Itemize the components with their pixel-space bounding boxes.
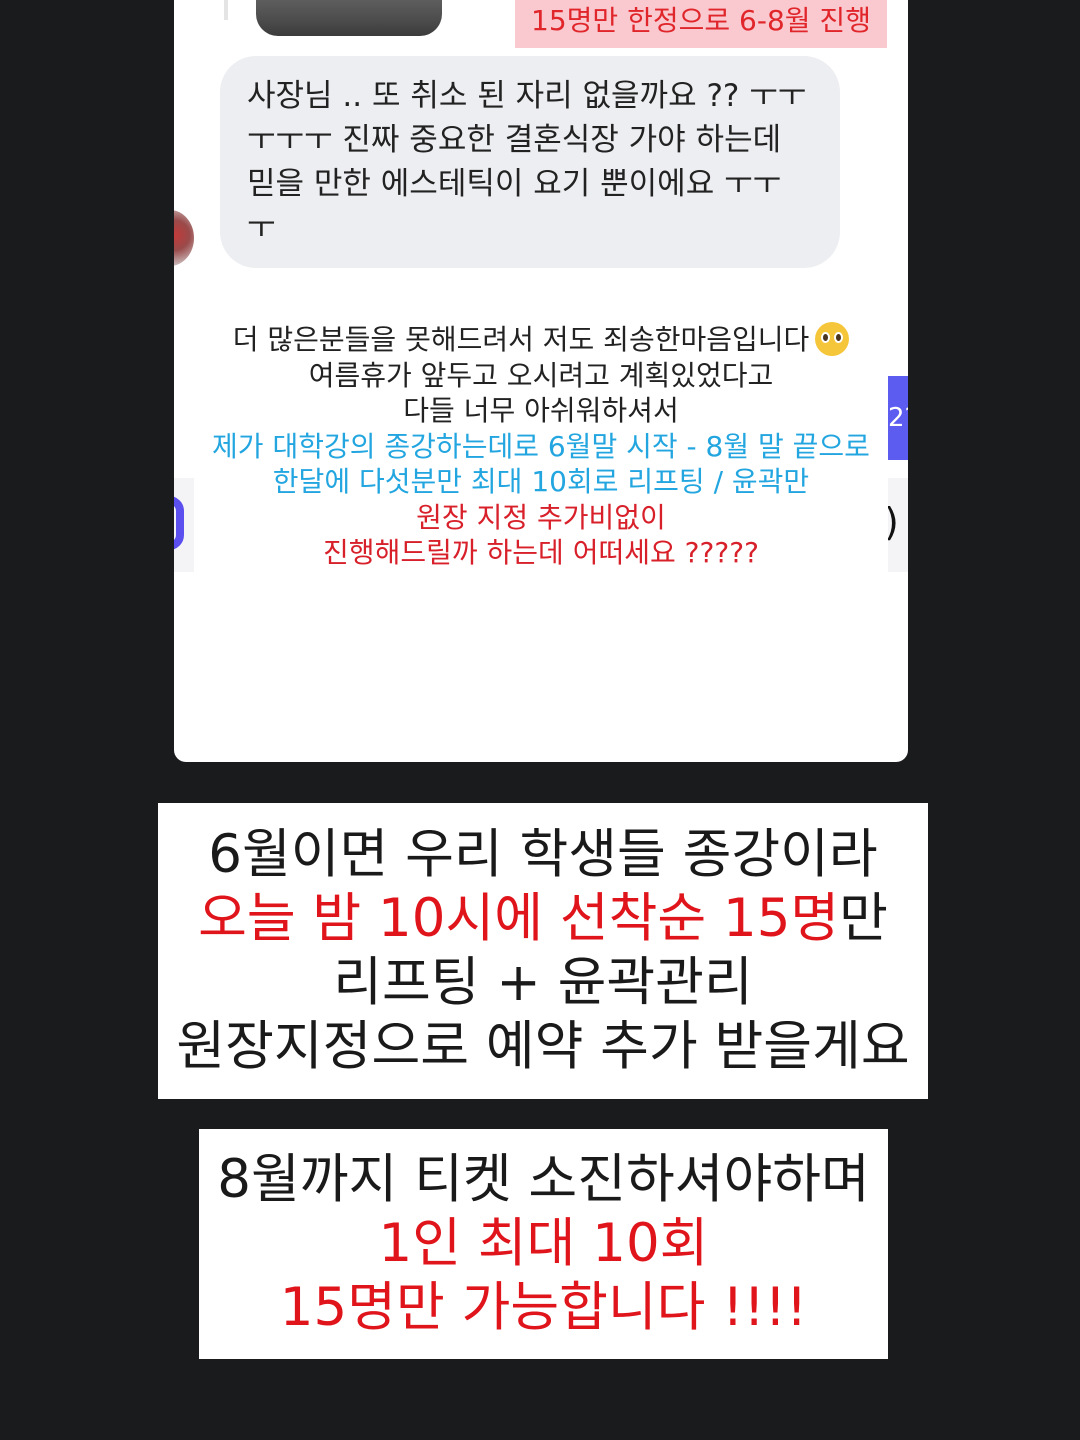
- reply-line-highlight-blue: 한달에 다섯분만 최대 10회로 리프팅 / 윤곽만: [272, 465, 810, 498]
- reply-line-highlight-red: 진행해드릴까 하는데 어떠세요 ?????: [323, 536, 759, 569]
- caption-text: 만: [839, 888, 888, 949]
- caption-box-announcement: 6월이면 우리 학생들 종강이라 오늘 밤 10시에 선착순 15명만 리프팅 …: [158, 803, 928, 1099]
- caption-highlight: 오늘 밤 10시에 선착순 15명: [198, 888, 840, 949]
- adjacent-tab-text: 2?: [888, 403, 908, 433]
- message-line: 사장님 .. 또 취소 된 자리 없을까요 ?? ㅜㅜ: [247, 78, 807, 114]
- pleading-face-icon: [815, 322, 850, 356]
- reply-line: 더 많은분들을 못해드려서 저도 죄송한마음입니다: [174, 322, 908, 358]
- customer-avatar[interactable]: [174, 210, 194, 266]
- caption-line: 8월까지 티켓 소진하셔야하며: [217, 1149, 870, 1210]
- owner-reply: 더 많은분들을 못해드려서 저도 죄송한마음입니다 여름휴가 앞두고 오시려고 …: [174, 322, 908, 571]
- right-panel-edge: ): [888, 478, 908, 572]
- reply-line-highlight-red: 원장 지정 추가비없이: [416, 500, 666, 534]
- reply-text: 더 많은분들을 못해드려서 저도 죄송한마음입니다: [232, 323, 810, 356]
- chat-screenshot: 15명만 한정으로 6-8월 진행 사장님 .. 또 취소 된 자리 없을까요 …: [174, 0, 908, 762]
- message-line: ㅜ: [247, 210, 276, 246]
- caption-line: 6월이면 우리 학생들 종강이라: [208, 824, 878, 885]
- caption-line: 원장지정으로 예약 추가 받을게요: [176, 1016, 910, 1077]
- caption-box-conditions: 8월까지 티켓 소진하셔야하며 1인 최대 10회 15명만 가능합니다 !!!…: [199, 1129, 888, 1359]
- adjacent-panel-tab[interactable]: 2?: [888, 376, 908, 460]
- photo-attachment[interactable]: [256, 0, 442, 36]
- caption-highlight: 15명만 가능합니다 !!!!: [279, 1277, 808, 1338]
- ring-icon: [174, 496, 184, 550]
- caption-highlight: 1인 최대 10회: [378, 1213, 709, 1274]
- right-panel-glyph: ): [888, 500, 899, 544]
- left-panel-edge: [174, 478, 194, 572]
- message-line: 믿을 만한 에스테틱이 요기 뿐이에요 ㅜㅜ: [247, 166, 782, 202]
- thread-line: [224, 0, 228, 20]
- customer-message-bubble: 사장님 .. 또 취소 된 자리 없을까요 ?? ㅜㅜ ㅜㅜㅜ 진짜 중요한 결…: [220, 56, 840, 268]
- limited-offer-banner: 15명만 한정으로 6-8월 진행: [515, 0, 887, 48]
- reply-line: 다들 너무 아쉬워하셔서: [403, 394, 679, 427]
- message-line: ㅜㅜㅜ 진짜 중요한 결혼식장 가야 하는데: [247, 122, 782, 158]
- caption-line: 오늘 밤 10시에 선착순 15명만: [158, 887, 928, 951]
- caption-line: 리프팅 + 윤곽관리: [333, 952, 753, 1013]
- reply-line: 여름휴가 앞두고 오시려고 계획있었다고: [308, 358, 774, 392]
- reply-line-highlight-blue: 제가 대학강의 종강하는데로 6월말 시작 - 8월 말 끝으로: [212, 429, 870, 463]
